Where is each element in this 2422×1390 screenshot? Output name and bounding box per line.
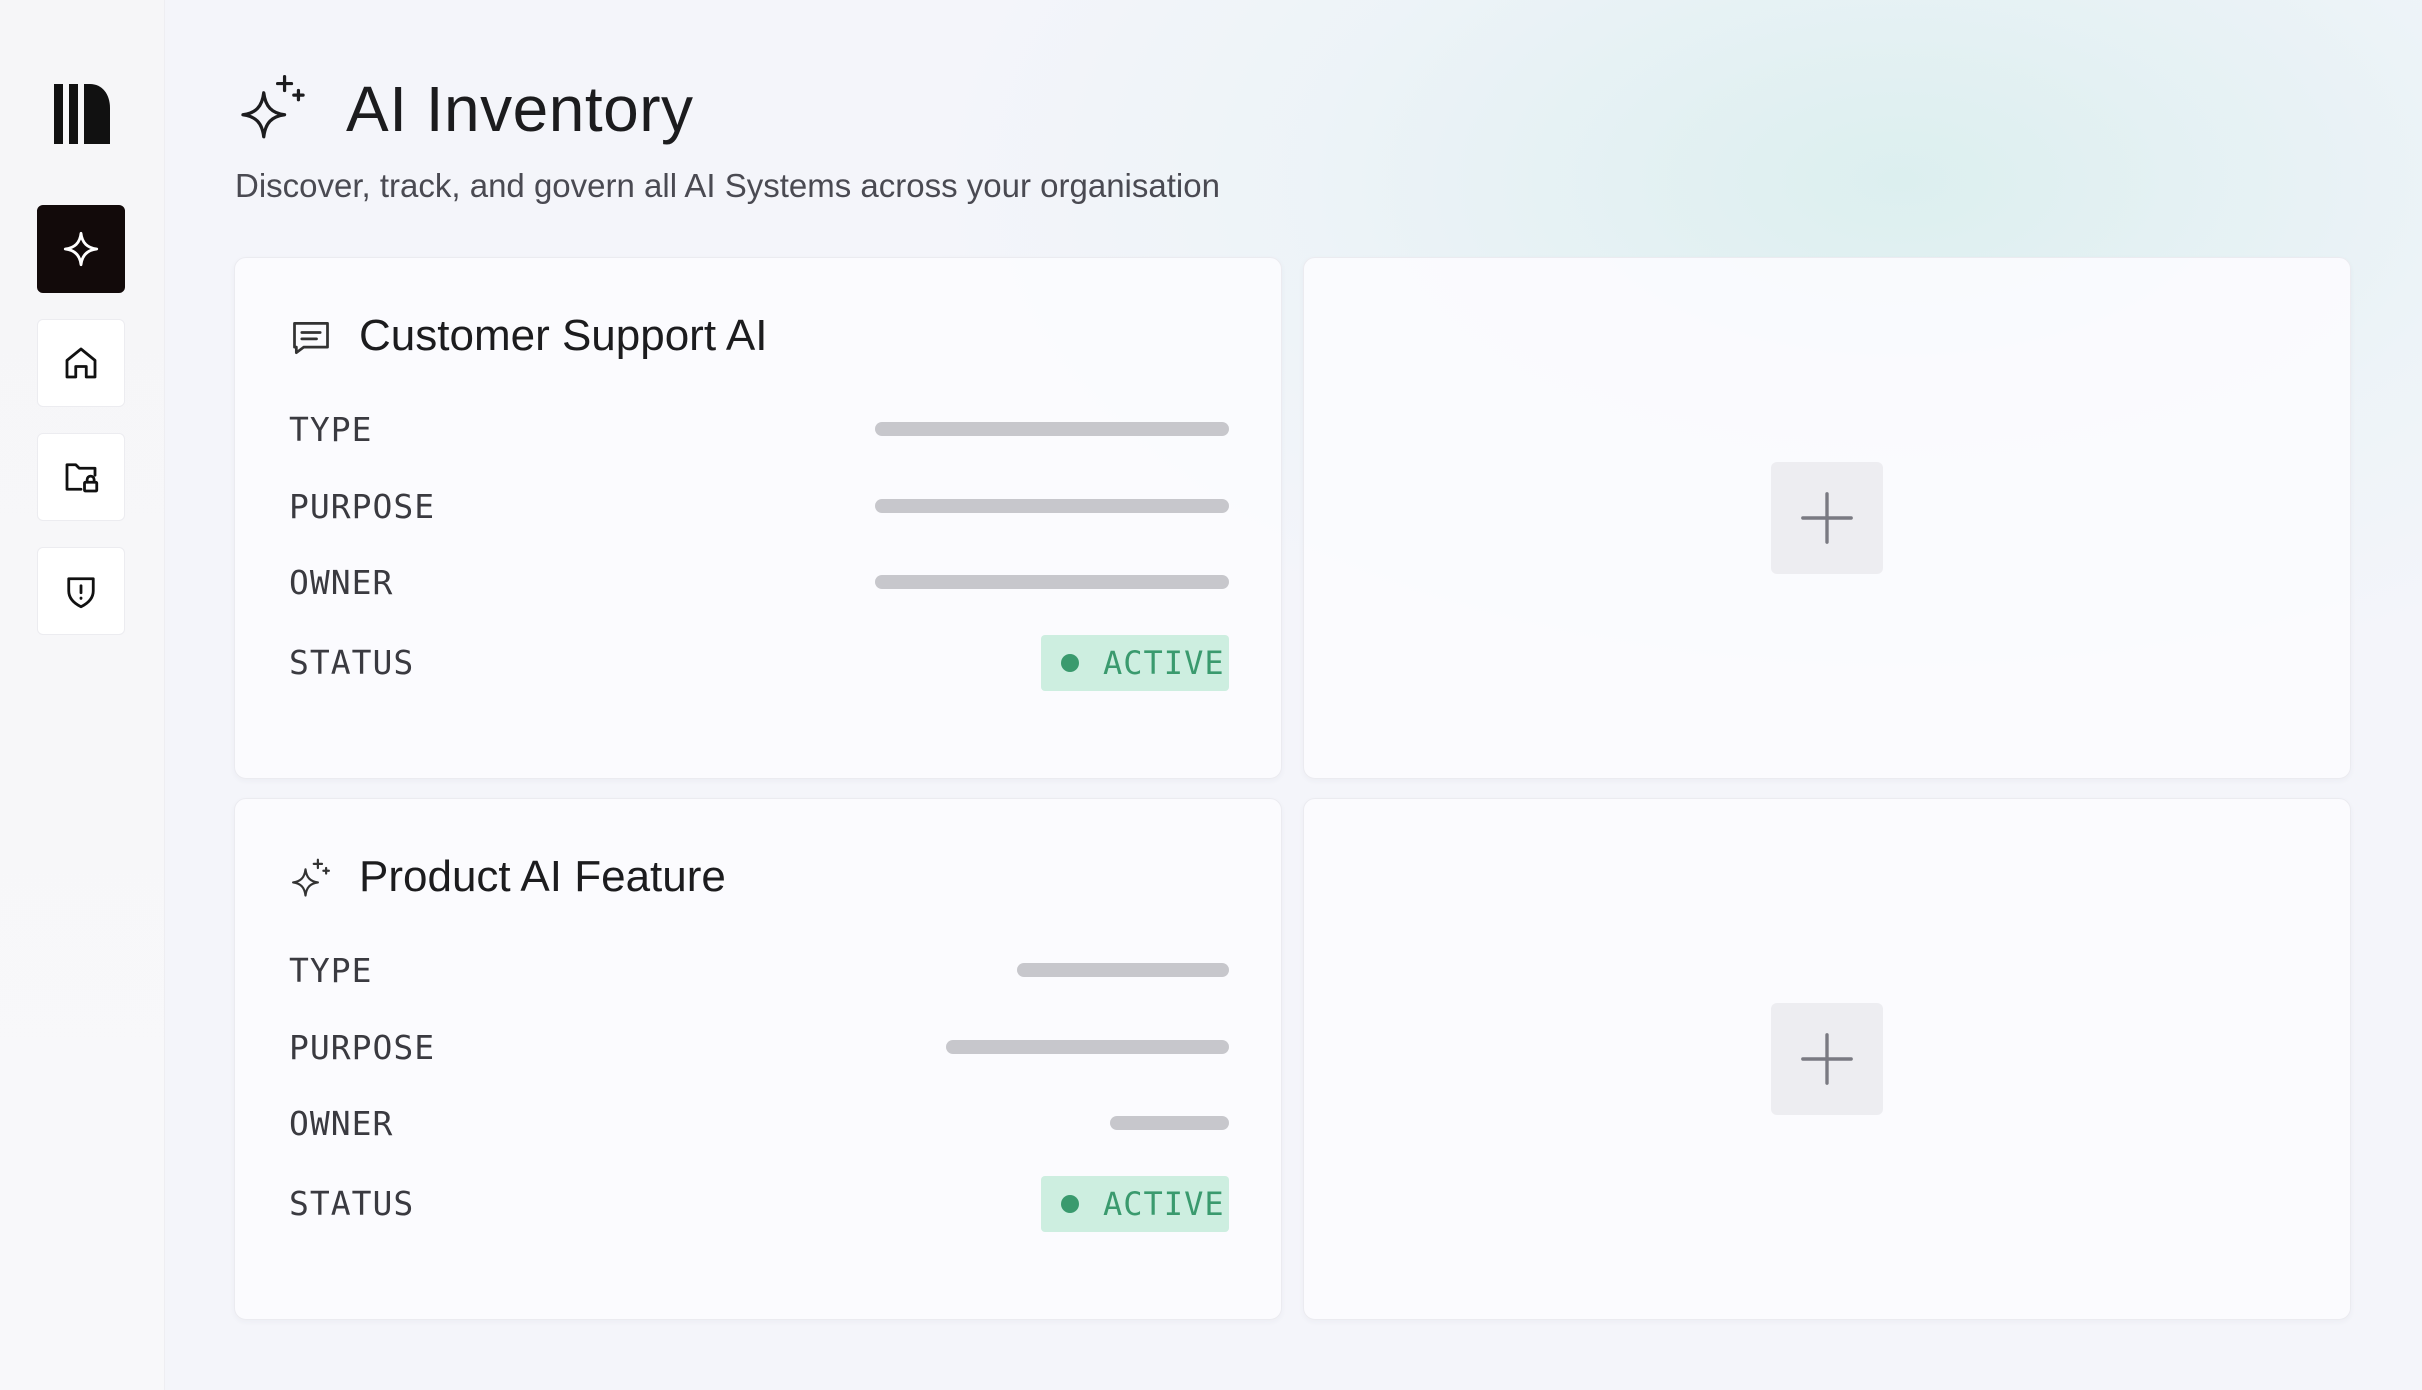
field-label-owner: OWNER [289, 1104, 394, 1143]
field-label-status: STATUS [289, 643, 415, 682]
library-logo-icon[interactable] [54, 84, 110, 144]
field-label-purpose: PURPOSE [289, 487, 436, 526]
plus-icon [1801, 1033, 1853, 1085]
ai-system-card[interactable]: Customer Support AI TYPE PURPOSE OWNER S… [234, 257, 1282, 779]
sparkles-icon [292, 858, 330, 897]
shield-alert-icon [67, 577, 95, 609]
card-title: Customer Support AI [359, 311, 768, 360]
field-label-purpose: PURPOSE [289, 1028, 436, 1067]
value-placeholder-bar [875, 499, 1229, 513]
status-badge: ACTIVE [1041, 1176, 1229, 1232]
status-badge-label: ACTIVE [1103, 644, 1225, 682]
value-placeholder-bar [1017, 963, 1229, 977]
folder-lock-icon [65, 463, 99, 493]
field-label-owner: OWNER [289, 563, 394, 602]
add-ai-system-button[interactable] [1771, 462, 1883, 574]
sidebar [0, 0, 165, 1390]
value-placeholder-bar [946, 1040, 1229, 1054]
status-dot [1061, 654, 1079, 672]
add-ai-system-card[interactable] [1303, 257, 2351, 779]
field-label-type: TYPE [289, 951, 373, 990]
add-ai-system-button[interactable] [1771, 1003, 1883, 1115]
status-badge: ACTIVE [1041, 635, 1229, 691]
nav-folder-lock-button[interactable] [37, 433, 125, 521]
field-label-type: TYPE [289, 410, 373, 449]
value-placeholder-bar [1110, 1116, 1229, 1130]
field-label-status: STATUS [289, 1184, 415, 1223]
plus-icon [1801, 492, 1853, 544]
nav-shield-button[interactable] [37, 547, 125, 635]
card-title: Product AI Feature [359, 852, 726, 901]
ai-system-card[interactable]: Product AI Feature TYPE PURPOSE OWNER ST… [234, 798, 1282, 1320]
nav-ai-inventory-button[interactable] [37, 205, 125, 293]
value-placeholder-bar [875, 422, 1229, 436]
home-icon [65, 347, 97, 379]
nav-home-button[interactable] [37, 319, 125, 407]
page-subtitle: Discover, track, and govern all AI Syste… [235, 167, 1220, 204]
status-badge-label: ACTIVE [1103, 1185, 1225, 1223]
status-dot [1061, 1195, 1079, 1213]
message-square-icon [293, 321, 329, 355]
value-placeholder-bar [875, 575, 1229, 589]
sparkles-icon [241, 75, 305, 139]
add-ai-system-card[interactable] [1303, 798, 2351, 1320]
page-title: AI Inventory [346, 73, 694, 145]
sparkle-icon [63, 231, 99, 267]
